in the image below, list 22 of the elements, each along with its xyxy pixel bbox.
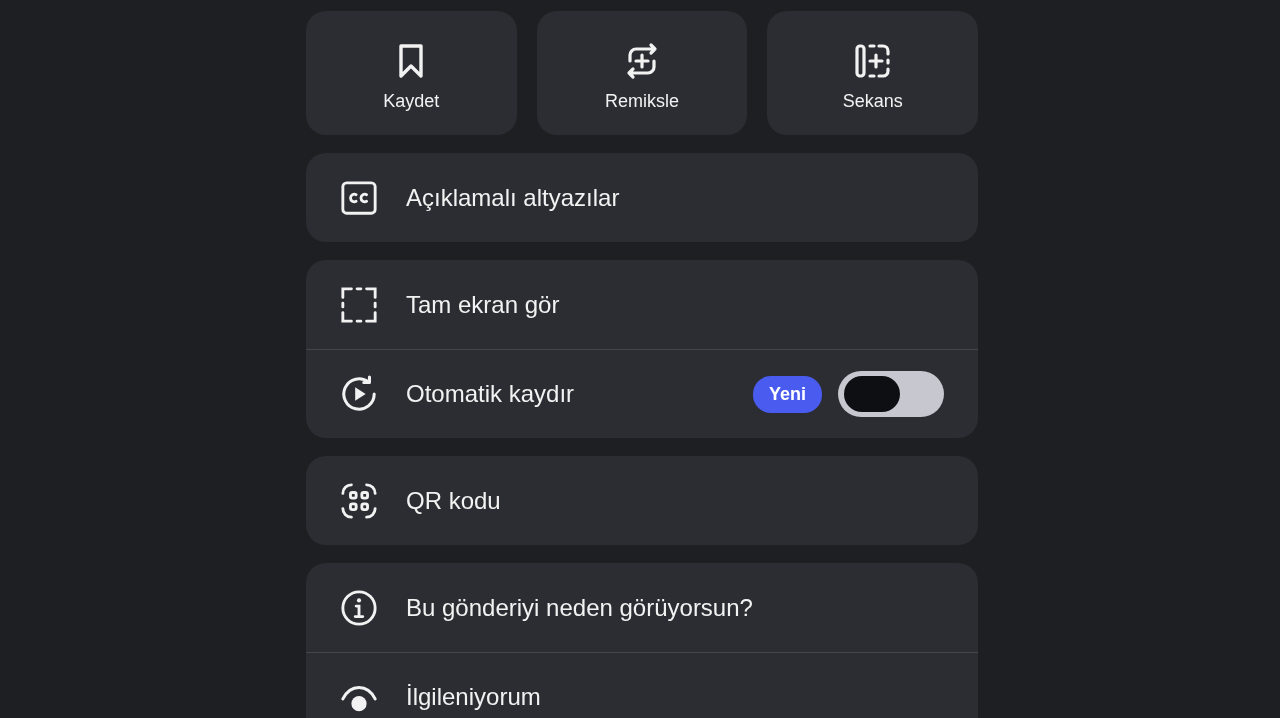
fullscreen-icon <box>340 285 378 324</box>
menu-item-label: Tam ekran gör <box>406 290 561 319</box>
menu-item-label: Bu gönderiyi neden görüyorsun? <box>406 593 754 622</box>
menu-item[interactable]: Tam ekran gör <box>306 260 978 349</box>
menu-item[interactable]: QR kodu <box>306 456 978 545</box>
menu-item-label: QR kodu <box>406 486 502 515</box>
menu-item[interactable]: Bu gönderiyi neden görüyorsun? <box>306 563 978 652</box>
menu-item-label: Açıklamalı altyazılar <box>406 183 621 212</box>
action-tile[interactable]: Kaydet <box>306 11 517 135</box>
action-tile[interactable]: Remiksle <box>536 11 748 135</box>
qr-code-icon <box>340 481 378 520</box>
menu-item[interactable]: Otomatik kaydır Yeni <box>306 349 978 438</box>
toggle-switch[interactable] <box>838 371 944 417</box>
info-icon <box>340 588 378 627</box>
menu-item-label: Otomatik kaydır <box>406 380 576 408</box>
new-badge: Yeni <box>752 375 822 413</box>
autoplay-icon <box>340 375 378 413</box>
closed-captions-icon <box>340 178 378 217</box>
menu-item-label: İlgileniyorum <box>406 683 542 711</box>
menu-item[interactable]: Açıklamalı altyazılar <box>306 153 978 242</box>
menu-item[interactable]: İlgileniyorum <box>306 652 978 718</box>
action-tile[interactable]: Sekans <box>767 11 978 135</box>
